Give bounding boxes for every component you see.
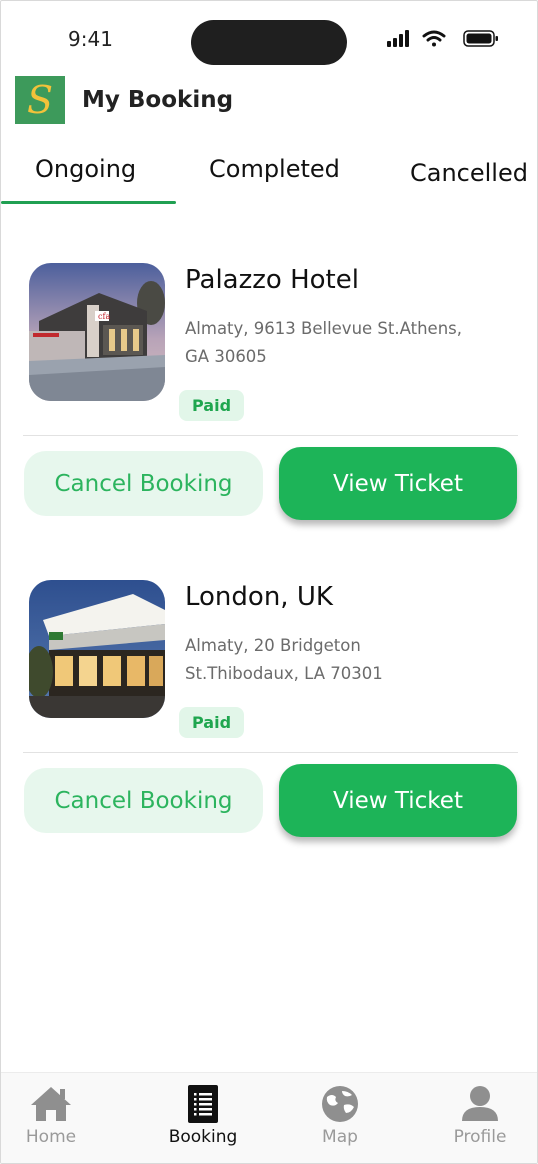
status-badge: Paid <box>179 390 245 421</box>
nav-label-home: Home <box>25 1127 77 1147</box>
nav-item-home[interactable]: Home <box>1 1085 101 1147</box>
nav-label-map: Map <box>322 1127 358 1147</box>
booking-list-icon <box>188 1085 218 1123</box>
nav-item-map[interactable]: Map <box>290 1085 390 1147</box>
tab-cancelled[interactable]: Cancelled <box>410 159 528 187</box>
nav-label-profile: Profile <box>453 1127 507 1147</box>
logo-s-icon: S <box>27 78 53 122</box>
hotel-name: Palazzo Hotel <box>185 265 359 295</box>
dynamic-island <box>191 20 347 65</box>
tab-completed[interactable]: Completed <box>209 155 340 183</box>
home-icon <box>31 1087 71 1121</box>
view-ticket-button[interactable]: View Ticket <box>279 447 517 520</box>
tab-ongoing[interactable]: Ongoing <box>35 155 136 183</box>
bottom-nav: Home Booking Map Profile <box>1 1072 537 1163</box>
cancel-booking-button[interactable]: Cancel Booking <box>24 768 263 833</box>
booking-tabs: Ongoing Completed Cancelled <box>1 141 537 205</box>
booking-card: cfa Palazzo Hotel Almaty, 9613 Bellevue … <box>1 263 537 543</box>
user-icon <box>462 1086 498 1121</box>
divider <box>23 435 518 436</box>
phone-screen: 9:41 S My Booking Ongoing Completed Canc… <box>0 0 538 1164</box>
booking-card: London, UK Almaty, 20 Bridgeton St.Thibo… <box>1 580 537 860</box>
signal-icon <box>387 30 409 47</box>
app-logo: S <box>15 76 65 124</box>
hotel-name: London, UK <box>185 582 333 612</box>
status-icons <box>387 30 498 47</box>
svg-text:cfa: cfa <box>98 312 110 321</box>
status-time: 9:41 <box>68 27 113 51</box>
status-bar: 9:41 <box>1 1 537 71</box>
nav-item-booking[interactable]: Booking <box>153 1085 253 1147</box>
hotel-address: Almaty, 20 Bridgeton St.Thibodaux, LA 70… <box>185 636 383 683</box>
active-tab-indicator <box>1 201 176 204</box>
globe-map-icon <box>322 1086 358 1122</box>
cancel-booking-button[interactable]: Cancel Booking <box>24 451 263 516</box>
nav-label-booking: Booking <box>168 1127 238 1147</box>
hotel-address: Almaty, 9613 Bellevue St.Athens, GA 3060… <box>185 319 462 366</box>
view-ticket-button[interactable]: View Ticket <box>279 764 517 837</box>
battery-icon <box>463 30 498 47</box>
hotel-photo[interactable] <box>29 580 165 718</box>
nav-item-profile[interactable]: Profile <box>430 1085 530 1147</box>
divider <box>23 752 518 753</box>
page-title: My Booking <box>82 87 234 113</box>
status-badge: Paid <box>179 707 245 738</box>
svg-text:S: S <box>27 78 53 122</box>
hotel-photo[interactable]: cfa <box>29 263 165 401</box>
wifi-icon <box>422 30 446 47</box>
app-header: S My Booking <box>15 76 233 124</box>
